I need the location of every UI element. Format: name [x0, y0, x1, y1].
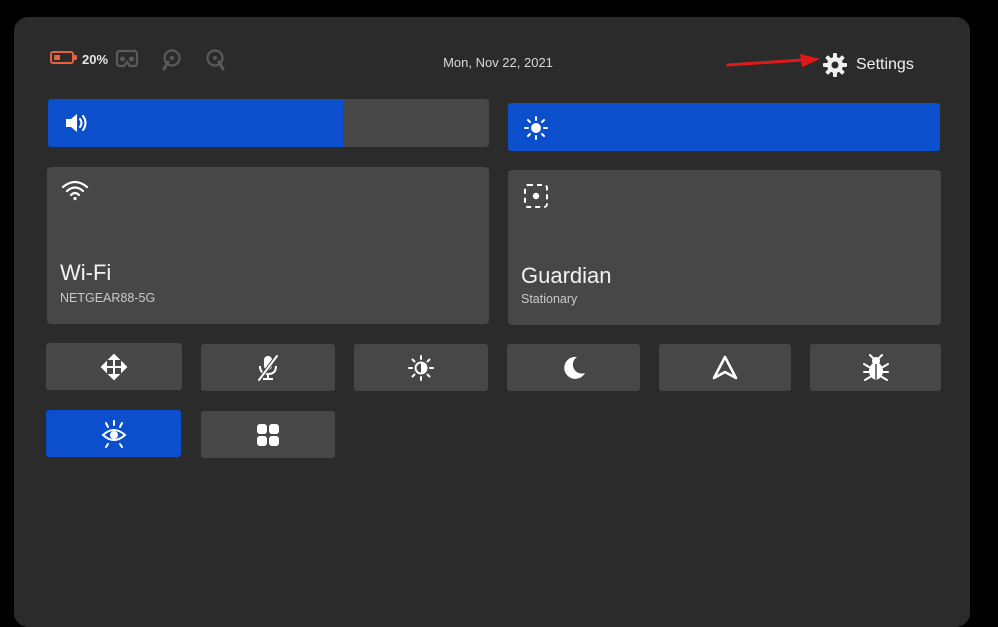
controller-left-icon [162, 49, 181, 71]
volume-slider[interactable] [48, 99, 489, 147]
delta-icon [712, 355, 738, 379]
controller-right-icon [206, 49, 225, 71]
wifi-tile[interactable]: Wi-Fi NETGEAR88-5G [47, 167, 489, 324]
volume-slider-fill [48, 99, 344, 147]
app-grid-icon [257, 423, 279, 446]
wifi-network-name: NETGEAR88-5G [60, 291, 156, 305]
red-arrow-annotation [726, 54, 820, 67]
passthrough-button[interactable] [46, 410, 181, 457]
guardian-boundary-icon [524, 184, 548, 208]
delta-button[interactable] [659, 344, 791, 391]
brightness-slider-fill [508, 103, 940, 151]
sun-icon [524, 116, 548, 140]
settings-button[interactable]: Settings [822, 50, 932, 80]
brightness-slider[interactable] [508, 103, 940, 151]
move-icon [100, 353, 128, 380]
headset-icon [115, 49, 139, 68]
moon-icon [563, 356, 585, 379]
battery-icon [50, 51, 77, 64]
speaker-icon [66, 114, 87, 132]
wifi-title: Wi-Fi [60, 260, 112, 285]
move-button[interactable] [46, 343, 182, 390]
date-label: Mon, Nov 22, 2021 [443, 55, 553, 70]
guardian-tile[interactable]: Guardian Stationary [508, 170, 941, 325]
app-grid-button[interactable] [201, 411, 335, 458]
mic-mute-button[interactable] [201, 344, 335, 391]
gear-icon [823, 53, 847, 77]
guardian-mode: Stationary [521, 292, 578, 306]
brightness-contrast-icon [408, 354, 434, 381]
bug-icon [862, 353, 889, 381]
battery-percent: 20% [82, 52, 109, 67]
bug-report-button[interactable] [810, 344, 941, 391]
night-mode-button[interactable] [507, 344, 640, 391]
guardian-title: Guardian [521, 263, 612, 288]
mic-muted-icon [257, 354, 279, 381]
settings-label: Settings [856, 56, 914, 73]
brightness-mode-button[interactable] [354, 344, 488, 391]
passthrough-eye-icon [101, 419, 126, 448]
wifi-icon [61, 180, 89, 201]
